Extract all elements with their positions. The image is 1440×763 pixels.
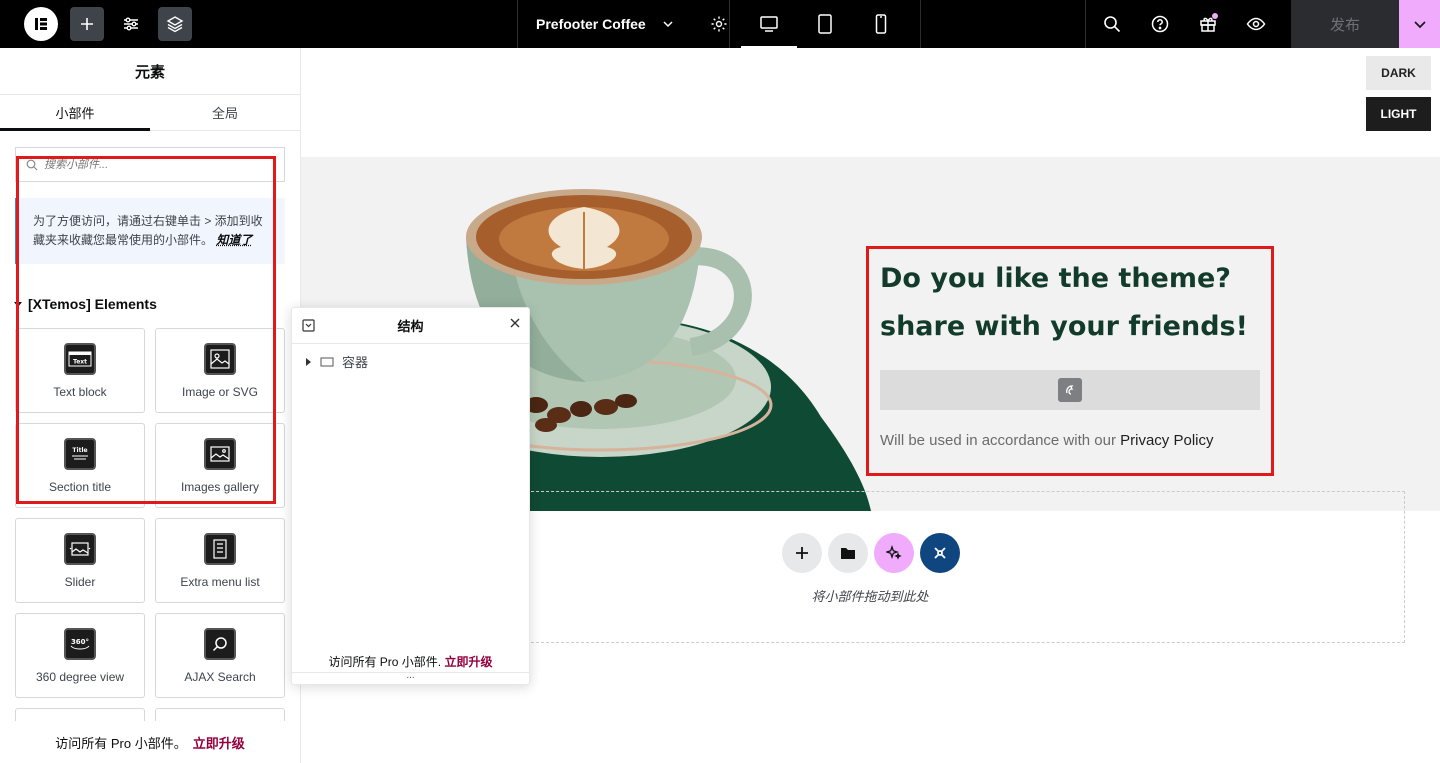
widget-images-gallery[interactable]: Images gallery	[155, 423, 285, 508]
collapse-all-icon[interactable]	[302, 319, 315, 332]
responsive-modes	[729, 0, 921, 48]
search-icon[interactable]	[1096, 8, 1128, 40]
page-name-label: Prefooter Coffee	[536, 16, 646, 32]
widget-search-input[interactable]	[44, 158, 264, 171]
search-icon	[26, 159, 38, 170]
widget-ajax-search[interactable]: AJAX Search	[155, 613, 285, 698]
resize-handle[interactable]: ...	[292, 671, 529, 684]
caret-right-icon[interactable]	[304, 357, 312, 366]
desktop-view-icon[interactable]	[741, 0, 797, 48]
widget-search-box	[15, 147, 285, 182]
page-settings-gear-icon[interactable]	[710, 15, 728, 33]
widget-label: Section title	[48, 479, 112, 494]
structure-item-container[interactable]: 容器	[292, 344, 529, 371]
category-title: [XTemos] Elements	[28, 296, 157, 312]
extra-menu-list-icon	[204, 532, 236, 565]
image-svg-icon	[204, 342, 236, 375]
widget-section-title[interactable]: Title Section title	[15, 423, 145, 508]
mobile-view-icon[interactable]	[853, 0, 909, 48]
page-name-dropdown[interactable]: Prefooter Coffee	[517, 0, 729, 48]
panel-title: 元素	[0, 48, 300, 95]
template-library-folder-icon[interactable]	[828, 533, 868, 573]
publish-button[interactable]: 发布	[1291, 0, 1399, 48]
widget-extra-menu-list[interactable]: Extra menu list	[155, 518, 285, 603]
notice-dismiss-link[interactable]: 知道了	[216, 233, 252, 247]
structure-layers-icon[interactable]	[158, 7, 192, 41]
pro-upgrade-footer: 访问所有 Pro 小部件。 立即升级	[0, 721, 300, 763]
structure-title: 结构	[397, 319, 424, 334]
svg-text:Text: Text	[73, 358, 87, 365]
tab-widgets[interactable]: 小部件	[0, 95, 150, 131]
form-placeholder[interactable]	[880, 370, 1260, 410]
preview-eye-icon[interactable]	[1240, 8, 1272, 40]
privacy-policy-link[interactable]: Privacy Policy	[1120, 432, 1213, 449]
whats-new-gift-icon[interactable]	[1192, 8, 1224, 40]
xtemos-templates-icon[interactable]	[920, 533, 960, 573]
svg-text:Title: Title	[72, 447, 87, 454]
widget-text-block[interactable]: Text Text block	[15, 328, 145, 413]
tablet-view-icon[interactable]	[797, 0, 853, 48]
widget-image-svg[interactable]: Image or SVG	[155, 328, 285, 413]
add-section-plus-icon[interactable]	[782, 533, 822, 573]
slider-icon	[64, 532, 96, 565]
structure-item-label: 容器	[342, 355, 369, 370]
widget-slider[interactable]: Slider	[15, 518, 145, 603]
widget-label: Slider	[64, 574, 96, 589]
category-header[interactable]: [XTemos] Elements	[14, 296, 157, 312]
notification-dot	[1212, 13, 1218, 19]
top-bar: Prefooter Coffee 发布	[0, 0, 1440, 48]
chevron-down-icon	[663, 21, 673, 28]
cta-heading[interactable]: Do you like the theme? share with your f…	[880, 255, 1280, 351]
favorites-notice: 为了方便访问，请通过右键单击 > 添加到收藏夹来收藏您最常使用的小部件。 知道了	[15, 198, 285, 264]
help-icon[interactable]	[1144, 8, 1176, 40]
elementor-logo-icon[interactable]	[24, 7, 58, 41]
structure-navigator-panel: 结构 容器 访问所有 Pro 小部件. 立即升级 ...	[291, 307, 530, 685]
form-widget-icon	[1058, 378, 1082, 402]
section-title-icon: Title	[64, 437, 96, 470]
dark-mode-button[interactable]: DARK	[1366, 56, 1431, 90]
svg-text:360°: 360°	[71, 638, 89, 646]
ajax-search-icon	[204, 627, 236, 660]
structure-pro-footer: 访问所有 Pro 小部件. 立即升级	[292, 653, 529, 670]
publish-options-chevron-icon[interactable]	[1399, 0, 1440, 48]
tab-global[interactable]: 全局	[150, 95, 300, 130]
upgrade-link[interactable]: 立即升级	[193, 733, 245, 752]
widget-label: 360 degree view	[35, 669, 125, 684]
caret-down-icon	[14, 302, 22, 307]
widget-label: AJAX Search	[184, 669, 256, 684]
structure-header[interactable]: 结构	[292, 308, 529, 344]
light-mode-button[interactable]: LIGHT	[1366, 97, 1431, 131]
elements-panel: 元素 小部件 全局 为了方便访问，请通过右键单击 > 添加到收藏夹来收藏您最常使…	[0, 48, 301, 763]
site-settings-icon[interactable]	[114, 7, 148, 41]
upgrade-link[interactable]: 立即升级	[445, 655, 493, 669]
widget-grid: Text Text block Image or SVG Title Secti…	[15, 328, 285, 738]
images-gallery-icon	[204, 437, 236, 470]
close-icon[interactable]	[509, 317, 521, 329]
ai-sparkle-icon[interactable]	[874, 533, 914, 573]
widget-label: Extra menu list	[180, 574, 260, 589]
panel-tabs: 小部件 全局	[0, 95, 300, 131]
text-block-icon: Text	[64, 342, 96, 375]
drop-zone-actions	[782, 533, 960, 573]
360-view-icon: 360°	[64, 627, 96, 660]
widget-label: Image or SVG	[181, 384, 259, 399]
footer-text: 访问所有 Pro 小部件。	[55, 735, 187, 751]
add-element-button[interactable]	[70, 7, 104, 41]
container-icon	[320, 357, 334, 366]
widget-label: Images gallery	[180, 479, 260, 494]
widget-label: Text block	[53, 384, 107, 399]
drop-zone-hint: 将小部件拖动到此处	[811, 589, 929, 604]
privacy-note: Will be used in accordance with our Priv…	[880, 432, 1213, 449]
widget-360-view[interactable]: 360° 360 degree view	[15, 613, 145, 698]
policy-text: Will be used in accordance with our	[880, 432, 1116, 449]
footer-text: 访问所有 Pro 小部件.	[328, 655, 442, 669]
